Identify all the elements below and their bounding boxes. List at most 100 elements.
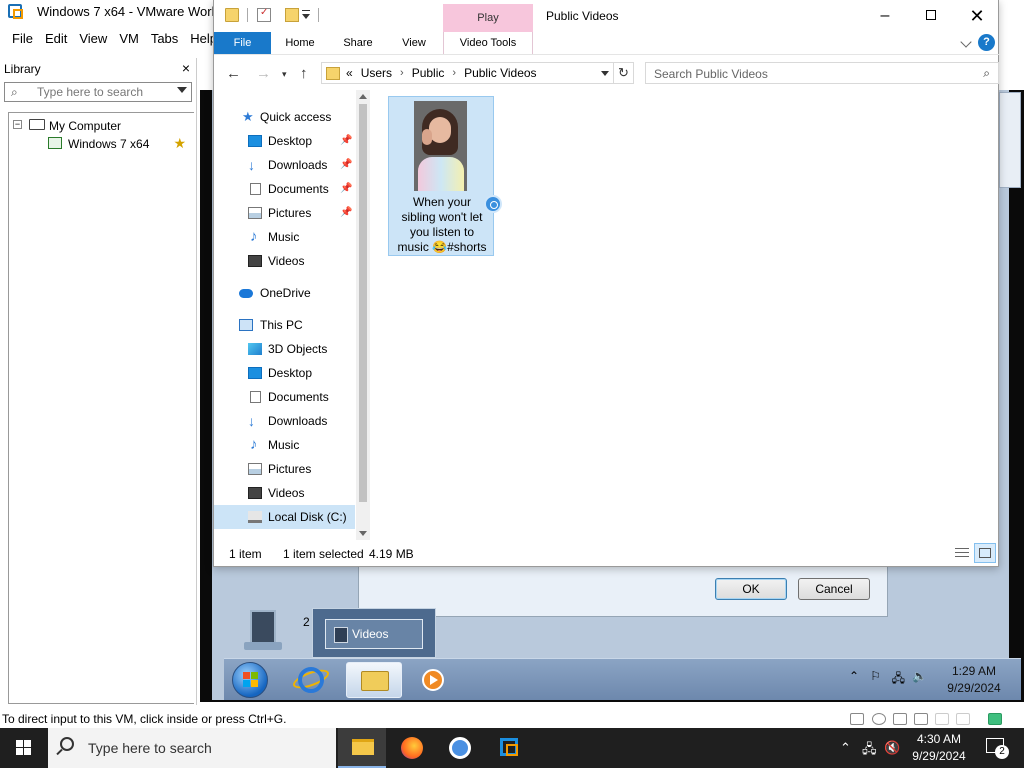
- recent-locations-icon[interactable]: ▾: [282, 69, 287, 80]
- nav-music[interactable]: ♪ Music: [214, 433, 355, 457]
- nav-3d-objects[interactable]: 3D Objects: [214, 337, 355, 361]
- pin-icon[interactable]: 📌: [340, 153, 352, 177]
- menu-tabs[interactable]: Tabs: [145, 28, 184, 50]
- volume-muted-icon[interactable]: 🔇: [884, 740, 900, 756]
- nav-music-quick[interactable]: ♪ Music: [214, 225, 355, 249]
- refresh-icon[interactable]: ↻: [613, 63, 633, 83]
- volume-icon[interactable]: 🔈: [912, 669, 927, 683]
- new-folder-icon[interactable]: [285, 8, 299, 22]
- properties-icon[interactable]: [257, 7, 271, 22]
- usb-icon[interactable]: [935, 713, 949, 725]
- forward-arrow-icon[interactable]: →: [256, 65, 271, 82]
- media-center-icon[interactable]: [242, 608, 282, 652]
- chevron-down-icon[interactable]: [177, 87, 187, 93]
- breadcrumb-overflow[interactable]: «: [346, 66, 353, 80]
- large-icons-view-icon[interactable]: [974, 543, 996, 563]
- file-explorer-taskbar-icon[interactable]: [338, 728, 386, 768]
- thumbnail-videos[interactable]: Videos: [325, 619, 423, 649]
- video-file-item[interactable]: When your sibling won't let you listen t…: [388, 96, 494, 256]
- pin-icon[interactable]: 📌: [340, 201, 352, 225]
- breadcrumb-public-videos[interactable]: Public Videos: [464, 66, 537, 80]
- menu-view[interactable]: View: [73, 28, 113, 50]
- customize-quick-access-icon[interactable]: [302, 14, 310, 19]
- action-center-flag-icon[interactable]: ⚐: [870, 669, 881, 683]
- ok-button[interactable]: OK: [715, 578, 787, 600]
- nav-local-disk-c[interactable]: Local Disk (C:): [214, 505, 355, 529]
- notification-center-icon[interactable]: 2: [986, 738, 1009, 759]
- library-close-icon[interactable]: ×: [182, 60, 190, 76]
- search-input[interactable]: Search Public Videos ⌕: [645, 62, 999, 84]
- nav-desktop-pinned[interactable]: Desktop 📌: [214, 129, 355, 153]
- help-icon[interactable]: ?: [978, 34, 995, 51]
- sound-icon[interactable]: [956, 713, 970, 725]
- show-hidden-icons-icon[interactable]: ⌃: [849, 669, 859, 703]
- nav-documents[interactable]: Documents: [214, 385, 355, 409]
- library-search-input[interactable]: ⌕ Type here to search: [4, 82, 192, 102]
- breadcrumb-separator-icon[interactable]: ›: [452, 67, 456, 79]
- nav-documents-pinned[interactable]: Documents 📌: [214, 177, 355, 201]
- media-player-icon[interactable]: [420, 662, 476, 698]
- cancel-button[interactable]: Cancel: [798, 578, 870, 600]
- host-clock[interactable]: 4:30 AM 9/29/2024: [906, 731, 972, 765]
- tab-file[interactable]: File: [214, 32, 271, 54]
- tab-video-tools[interactable]: Video Tools: [443, 32, 533, 54]
- internet-explorer-icon[interactable]: [284, 662, 340, 698]
- menu-vm[interactable]: VM: [113, 28, 145, 50]
- network-icon[interactable]: [914, 713, 928, 725]
- hdd-icon[interactable]: [850, 713, 864, 725]
- expand-ribbon-icon[interactable]: [960, 36, 972, 48]
- file-list-area[interactable]: When your sibling won't let you listen t…: [382, 90, 999, 530]
- windows-explorer-icon[interactable]: [346, 662, 402, 698]
- tab-view[interactable]: View: [394, 32, 434, 54]
- chrome-taskbar-icon[interactable]: [436, 728, 484, 768]
- address-bar[interactable]: « Users › Public › Public Videos ↻: [321, 62, 634, 84]
- show-hidden-icons-icon[interactable]: ⌃: [840, 740, 851, 756]
- menu-edit[interactable]: Edit: [39, 28, 73, 50]
- nav-onedrive[interactable]: OneDrive: [214, 281, 355, 305]
- address-history-dropdown-icon[interactable]: [601, 71, 609, 76]
- scrollbar-thumb[interactable]: [359, 104, 367, 502]
- network-icon[interactable]: 🖧: [892, 669, 905, 690]
- details-view-icon[interactable]: [951, 543, 973, 563]
- nav-videos[interactable]: Videos: [214, 481, 355, 505]
- nav-downloads[interactable]: ↓ Downloads: [214, 409, 355, 433]
- tree-item-my-computer[interactable]: − My Computer: [9, 117, 194, 135]
- search-icon[interactable]: ⌕: [983, 66, 990, 81]
- favorite-star-icon[interactable]: ★: [173, 135, 186, 152]
- breadcrumb-public[interactable]: Public: [412, 66, 445, 80]
- nav-desktop[interactable]: Desktop: [214, 361, 355, 385]
- start-orb-icon[interactable]: [232, 662, 268, 698]
- pin-icon[interactable]: 📌: [340, 129, 352, 153]
- message-icon[interactable]: [988, 713, 1002, 725]
- collapse-icon[interactable]: −: [13, 120, 22, 129]
- firefox-taskbar-icon[interactable]: [388, 728, 436, 768]
- vmware-taskbar-icon[interactable]: [486, 728, 534, 768]
- tab-home[interactable]: Home: [276, 32, 324, 54]
- nav-videos-quick[interactable]: Videos: [214, 249, 355, 273]
- pin-icon[interactable]: 📌: [340, 177, 352, 201]
- scroll-up-icon[interactable]: [359, 94, 367, 99]
- breadcrumb-separator-icon[interactable]: ›: [400, 67, 404, 79]
- nav-this-pc[interactable]: This PC: [214, 313, 355, 337]
- minimize-button[interactable]: –: [862, 4, 908, 28]
- network-icon[interactable]: 🖧: [862, 740, 877, 762]
- nav-quick-access[interactable]: ★ Quick access: [214, 105, 355, 129]
- context-tab-play[interactable]: Play: [443, 4, 533, 32]
- scroll-down-icon[interactable]: [359, 531, 367, 536]
- back-arrow-icon[interactable]: ←: [226, 65, 241, 82]
- menu-file[interactable]: File: [0, 28, 39, 50]
- nav-pictures-pinned[interactable]: Pictures 📌: [214, 201, 355, 225]
- cd-icon[interactable]: [872, 713, 886, 725]
- tab-share[interactable]: Share: [332, 32, 384, 54]
- taskbar-thumbnail-preview[interactable]: Videos: [312, 608, 436, 658]
- nav-downloads-pinned[interactable]: ↓ Downloads 📌: [214, 153, 355, 177]
- tree-item-windows-7[interactable]: Windows 7 x64 ★: [9, 135, 194, 153]
- maximize-button[interactable]: [908, 4, 954, 28]
- navigation-pane-scrollbar[interactable]: [356, 90, 370, 540]
- up-arrow-icon[interactable]: ↑: [300, 65, 308, 82]
- taskbar-search-input[interactable]: Type here to search: [48, 728, 336, 768]
- start-button-icon[interactable]: [16, 740, 32, 756]
- breadcrumb-users[interactable]: Users: [361, 66, 392, 80]
- close-button[interactable]: ✕: [954, 4, 1000, 28]
- floppy-icon[interactable]: [893, 713, 907, 725]
